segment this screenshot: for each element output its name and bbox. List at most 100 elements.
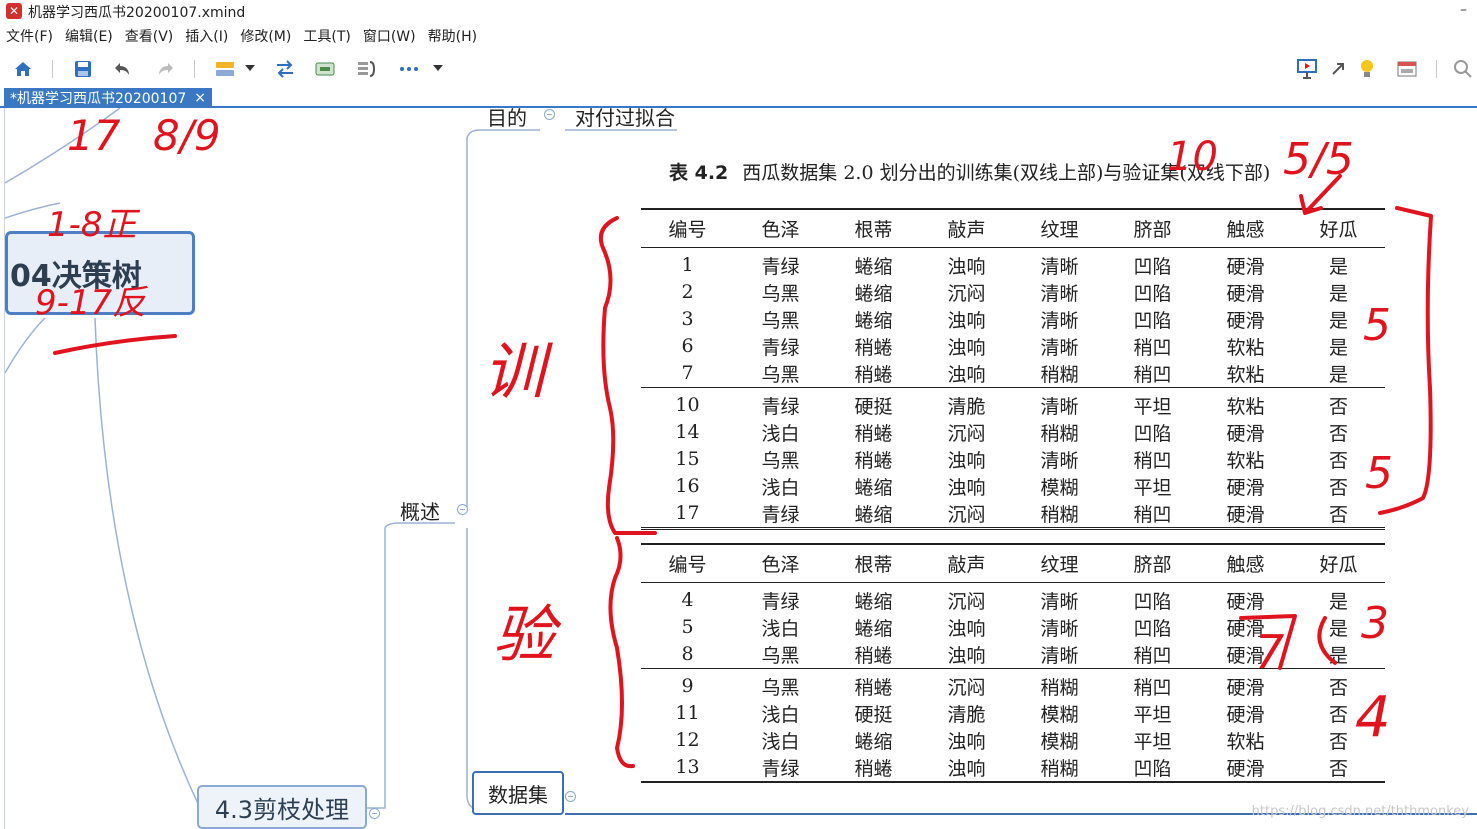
collapse-icon[interactable] xyxy=(544,109,555,120)
table-cell: 是 xyxy=(1328,363,1348,386)
table-cell: 乌黑 xyxy=(761,449,800,472)
table-cell: 清晰 xyxy=(1040,644,1079,667)
table-cell: 稍糊 xyxy=(1040,757,1079,780)
lightbulb-icon[interactable] xyxy=(1354,56,1380,82)
main-topic-node[interactable]: 04决策树 xyxy=(5,231,195,315)
table-cell: 是 xyxy=(1328,590,1348,613)
ink-8-9: 8/9 xyxy=(153,111,221,160)
table-cell: 软粘 xyxy=(1226,449,1265,472)
menu-insert[interactable]: 插入(I) xyxy=(179,24,234,48)
table-cell: 蜷缩 xyxy=(854,476,893,499)
table-cell: 清晰 xyxy=(1040,617,1079,640)
layout-icon[interactable] xyxy=(1394,56,1420,82)
table-cell: 清晰 xyxy=(1040,336,1079,359)
topic-purpose[interactable]: 目的 xyxy=(487,108,527,131)
table-cell: 硬滑 xyxy=(1226,476,1265,499)
table-cell: 11 xyxy=(675,702,700,724)
table-cell: 浅白 xyxy=(761,422,800,445)
table-row: 15 乌黑 稍蜷 浊响 清晰 稍凹 软粘 否 xyxy=(641,446,1385,473)
table-cell: 硬滑 xyxy=(1226,757,1265,780)
presentation-icon[interactable] xyxy=(1294,56,1320,82)
table-header-row: 编号 色泽 根蒂 敲声 纹理 脐部 触感 好瓜 xyxy=(641,209,1385,248)
table-cell: 稍凹 xyxy=(1133,644,1172,667)
table-cell: 4 xyxy=(681,589,694,611)
editor-tab-bar: *机器学习西瓜书20200107 × xyxy=(0,88,1477,108)
table-cell: 是 xyxy=(1328,309,1348,332)
table-cell: 软粘 xyxy=(1226,336,1265,359)
close-icon[interactable]: × xyxy=(194,90,206,106)
redo-icon[interactable] xyxy=(152,56,178,82)
menu-bar: 文件(F) 编辑(E) 查看(V) 插入(I) 修改(M) 工具(T) 窗口(W… xyxy=(0,24,483,48)
table-cell: 软粘 xyxy=(1226,363,1265,386)
table-cell: 蜷缩 xyxy=(854,730,893,753)
boundary-icon[interactable] xyxy=(312,56,338,82)
insert-topic-icon[interactable] xyxy=(212,56,238,82)
share-icon[interactable] xyxy=(1325,56,1351,82)
table-cell: 浊响 xyxy=(947,617,986,640)
table-row: 17 青绿 蜷缩 沉闷 稍糊 稍凹 硬滑 否 xyxy=(641,500,1385,528)
table-cell: 稍蜷 xyxy=(854,644,893,667)
table-cell: 硬滑 xyxy=(1226,503,1265,526)
table-cell: 凹陷 xyxy=(1133,282,1172,305)
minimize-icon[interactable]: – xyxy=(1460,2,1467,18)
table-cell: 蜷缩 xyxy=(854,255,893,278)
table-cell: 清脆 xyxy=(947,703,986,726)
valid-brace xyxy=(608,536,635,769)
table-cell: 凹陷 xyxy=(1133,422,1172,445)
window-title: 机器学习西瓜书20200107.xmind xyxy=(28,5,246,21)
collapse-icon[interactable] xyxy=(457,504,468,515)
table-cell: 青绿 xyxy=(761,255,800,278)
undo-icon[interactable] xyxy=(110,56,136,82)
table-cell: 10 xyxy=(675,394,700,416)
table-cell: 沉闷 xyxy=(947,503,986,526)
menu-tools[interactable]: 工具(T) xyxy=(297,24,356,48)
subtopic-pruning-node[interactable]: 4.3剪枝处理 xyxy=(197,785,367,829)
xmind-logo-icon: ✕ xyxy=(6,3,22,19)
dropdown-icon[interactable] xyxy=(430,56,446,82)
collapse-icon[interactable] xyxy=(565,791,576,802)
search-icon[interactable] xyxy=(1450,56,1476,82)
table-cell: 蜷缩 xyxy=(854,590,893,613)
table-cell: 模糊 xyxy=(1040,476,1079,499)
mindmap-canvas[interactable]: 目的 对付过拟合 04决策树 概述 4.3剪枝处理 数据集 表 4.2 西瓜数据集… xyxy=(4,108,1477,829)
menu-modify[interactable]: 修改(M) xyxy=(234,24,297,48)
table-cell: 青绿 xyxy=(761,395,800,418)
table-cell: 青绿 xyxy=(761,590,800,613)
menu-edit[interactable]: 编辑(E) xyxy=(59,24,119,48)
table-header-row: 编号 色泽 根蒂 敲声 纹理 脐部 触感 好瓜 xyxy=(641,544,1385,583)
table-caption-text: 西瓜数据集 2.0 划分出的训练集(双线上部)与验证集(双线下部) xyxy=(742,162,1271,184)
table-cell: 13 xyxy=(675,756,700,778)
save-icon[interactable] xyxy=(70,56,96,82)
menu-file[interactable]: 文件(F) xyxy=(0,24,59,48)
table-cell: 5 xyxy=(681,616,694,638)
table-header-cell: 脐部 xyxy=(1106,209,1199,248)
table-cell: 乌黑 xyxy=(761,282,800,305)
table-cell: 浊响 xyxy=(947,363,986,386)
table-cell: 硬滑 xyxy=(1226,590,1265,613)
table-cell: 青绿 xyxy=(761,757,800,780)
table-cell: 是 xyxy=(1328,255,1348,278)
table-cell: 浅白 xyxy=(761,730,800,753)
home-icon[interactable] xyxy=(10,56,36,82)
table-cell: 2 xyxy=(681,281,694,303)
tab-document[interactable]: *机器学习西瓜书20200107 × xyxy=(4,88,212,108)
table-cell: 沉闷 xyxy=(947,676,986,699)
topic-overview[interactable]: 概述 xyxy=(400,496,440,525)
summary-icon[interactable] xyxy=(354,56,380,82)
dropdown-icon[interactable] xyxy=(242,56,258,82)
table-header-cell: 脐部 xyxy=(1106,544,1199,583)
table-cell: 硬滑 xyxy=(1226,703,1265,726)
menu-help[interactable]: 帮助(H) xyxy=(422,24,483,48)
dataset-node[interactable]: 数据集 xyxy=(472,771,564,815)
relationship-icon[interactable] xyxy=(272,56,298,82)
table-cell: 稍糊 xyxy=(1040,503,1079,526)
table-cell: 软粘 xyxy=(1226,730,1265,753)
menu-window[interactable]: 窗口(W) xyxy=(357,24,422,48)
table-cell: 模糊 xyxy=(1040,703,1079,726)
topic-overfitting[interactable]: 对付过拟合 xyxy=(575,108,675,131)
menu-view[interactable]: 查看(V) xyxy=(119,24,180,48)
table-cell: 凹陷 xyxy=(1133,617,1172,640)
more-icon[interactable] xyxy=(396,56,422,82)
collapse-icon[interactable] xyxy=(369,808,380,819)
table-cell: 稍蜷 xyxy=(854,449,893,472)
